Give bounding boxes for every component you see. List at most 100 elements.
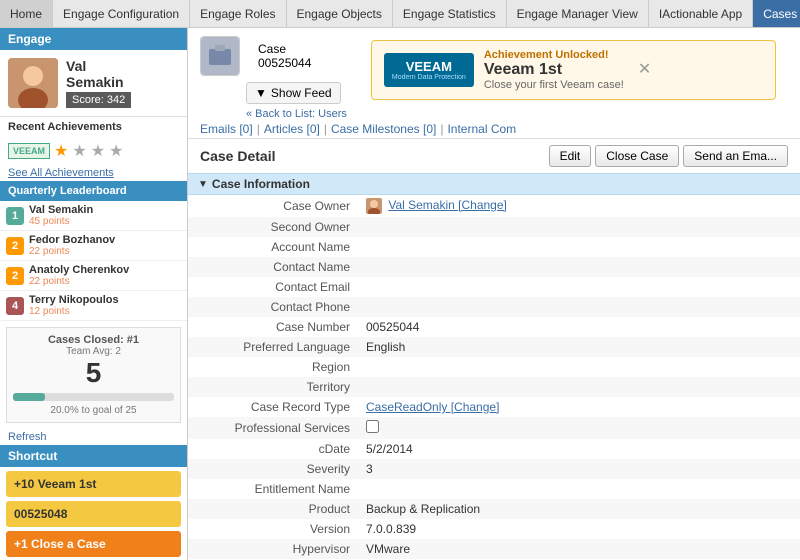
case-record-type-link[interactable]: CaseReadOnly [Change] [366,400,499,414]
field-value [358,237,800,257]
nav-engage-objects[interactable]: Engage Objects [287,0,393,27]
field-value [358,217,800,237]
table-row: Account Name [188,237,800,257]
recent-achievements-label: Recent Achievements [0,117,187,137]
cases-closed-widget: Cases Closed: #1 Team Avg: 2 5 20.0% to … [6,327,181,423]
achievement-banner: VEEAM Modern Data Protection Achievement… [371,40,776,100]
rank-badge-1: 1 [6,207,24,225]
star-2: ★ [72,141,86,161]
field-label: Contact Email [188,277,358,297]
user-area: Val Semakin Score: 342 [0,50,187,117]
tab-internal-com[interactable]: Internal Com [447,122,516,136]
field-value: Val Semakin [Change] [358,195,800,217]
field-value: Backup & Replication [358,499,800,519]
send-email-button[interactable]: Send an Ema... [683,145,788,167]
field-value [358,377,800,397]
nav-engage-config[interactable]: Engage Configuration [53,0,190,27]
leaderboard-item: 2 Anatoly Cherenkov 22 points [0,261,187,291]
table-row: Preferred Language English [188,337,800,357]
cases-closed-number: 5 [13,357,174,389]
nav-engage-roles[interactable]: Engage Roles [190,0,286,27]
close-case-button[interactable]: Close Case [595,145,679,167]
shortcut-veeam[interactable]: +10 Veeam 1st [6,471,181,497]
field-value [358,257,800,277]
field-label: Territory [188,377,358,397]
progress-bar [13,393,174,401]
table-row: Case Record Type CaseReadOnly [Change] [188,397,800,417]
field-value: 00525044 [358,317,800,337]
cases-closed-title: Cases Closed: #1 [13,334,174,346]
nav-engage-manager[interactable]: Engage Manager View [507,0,649,27]
field-value [358,479,800,499]
field-label: Entitlement Name [188,479,358,499]
sidebar: Engage Val Semakin Score: 342 Recent Ach… [0,28,188,560]
action-buttons: Edit Close Case Send an Ema... [549,145,788,167]
table-row: Case Owner Val Semakin [Change] [188,195,800,217]
achievement-text: Achievement Unlocked! Veeam 1st Close yo… [484,49,624,91]
field-value [358,417,800,439]
main-content: Case 00525044 ▼ Show Feed « Back to List… [188,28,800,560]
field-label: Contact Phone [188,297,358,317]
back-to-list[interactable]: « Back to List: Users [246,108,347,120]
table-row: Version 7.0.0.839 [188,519,800,539]
see-all-achievements[interactable]: See All Achievements [0,165,187,181]
case-title-block: Case 00525044 [258,42,311,70]
progress-fill [13,393,45,401]
tab-emails[interactable]: Emails [0] [200,122,253,136]
refresh-link[interactable]: Refresh [0,429,187,445]
lb-name-3: Anatoly Cherenkov [29,264,129,276]
case-owner-link[interactable]: Val Semakin [Change] [388,198,507,212]
shortcut-case-num[interactable]: 00525048 [6,501,181,527]
field-value: CaseReadOnly [Change] [358,397,800,417]
lb-name-4: Terry Nikopoulos [29,294,119,306]
field-label: Contact Name [188,257,358,277]
team-avg-label: Team Avg: 2 [13,346,174,357]
field-label: Hypervisor [188,539,358,559]
tab-milestones[interactable]: Case Milestones [0] [331,122,436,136]
field-value: 7.0.0.839 [358,519,800,539]
achievement-title: Veeam 1st [484,61,624,79]
progress-label: 20.0% to goal of 25 [13,405,174,416]
field-label: cDate [188,439,358,459]
rank-badge-4: 4 [6,297,24,315]
veeam-logo: VEEAM Modern Data Protection [384,53,474,87]
leaderboard-item: 4 Terry Nikopoulos 12 points [0,291,187,321]
table-row: Second Owner [188,217,800,237]
field-label: Severity [188,459,358,479]
top-navigation: Home Engage Configuration Engage Roles E… [0,0,800,28]
shortcut-header: Shortcut [0,445,187,467]
table-row: Case Number 00525044 [188,317,800,337]
lb-points-3: 22 points [29,276,129,287]
nav-home[interactable]: Home [0,0,53,27]
table-row: Product Backup & Replication [188,499,800,519]
tab-articles[interactable]: Articles [0] [264,122,320,136]
table-row: Severity 3 [188,459,800,479]
table-row: Territory [188,377,800,397]
show-feed-button[interactable]: ▼ Show Feed [246,82,341,104]
case-number: 00525044 [258,56,311,70]
lb-user-2: Fedor Bozhanov 22 points [29,234,115,257]
user-name-line1: Val [66,58,131,74]
rank-badge-2: 2 [6,237,24,255]
edit-button[interactable]: Edit [549,145,592,167]
star-1: ★ [54,141,68,161]
field-label: Second Owner [188,217,358,237]
field-value: English [358,337,800,357]
leaderboard-item: 2 Fedor Bozhanov 22 points [0,231,187,261]
achievement-unlocked-label: Achievement Unlocked! [484,49,624,61]
professional-services-checkbox[interactable] [366,420,379,433]
field-label: Preferred Language [188,337,358,357]
field-value: 3 [358,459,800,479]
field-value [358,357,800,377]
field-label: Version [188,519,358,539]
lb-points-4: 12 points [29,306,119,317]
field-label: Account Name [188,237,358,257]
close-achievement-button[interactable]: ✕ [634,58,655,82]
nav-engage-stats[interactable]: Engage Statistics [393,0,507,27]
shortcut-close-1[interactable]: +1 Close a Case [6,531,181,557]
nav-cases[interactable]: Cases [753,0,800,27]
case-info-section-bar[interactable]: ▼ Case Information [188,173,800,195]
field-value [358,297,800,317]
table-row: Region [188,357,800,377]
nav-iactionable[interactable]: IActionable App [649,0,753,27]
